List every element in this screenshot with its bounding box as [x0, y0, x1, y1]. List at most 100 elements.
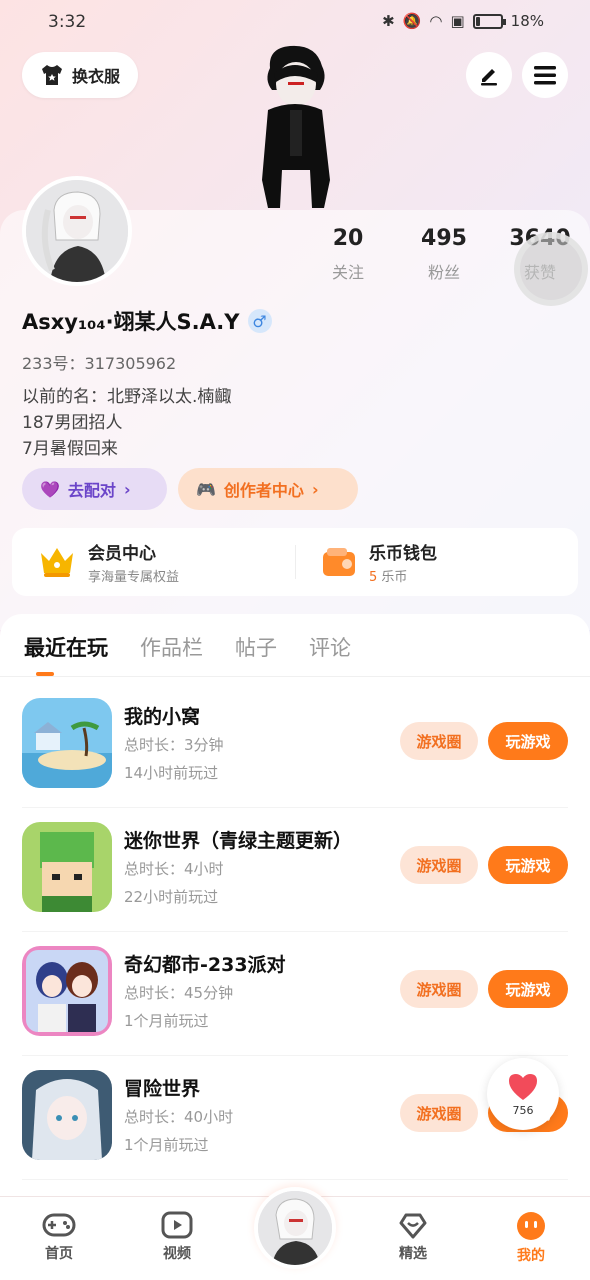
username: Asxy₁₀₄·翊某人S.A.Y	[22, 310, 240, 334]
game-last-played: 14小时前玩过	[124, 764, 219, 782]
tab-works[interactable]: 作品栏	[140, 632, 203, 662]
member-center[interactable]: 会员中心 享海量专属权益	[12, 539, 295, 585]
shirt-icon	[41, 65, 62, 85]
game-title: 冒险世界	[124, 1078, 201, 1100]
center-avatar-portrait	[258, 1191, 332, 1265]
chevron-right-icon: ›	[311, 479, 319, 499]
coin-count: 5	[369, 570, 378, 585]
game-icon-mini-world	[22, 822, 112, 912]
game-title: 迷你世界（青绿主题更新）	[124, 830, 353, 852]
tab-divider	[0, 676, 590, 677]
battery-icon	[472, 13, 506, 29]
game-last-played: 1个月前玩过	[124, 1136, 209, 1154]
heart-icon: 💜	[40, 479, 60, 499]
stat-fans-label: 粉丝	[427, 263, 460, 282]
game-total-time: 总时长：3分钟	[124, 736, 224, 754]
game-circle-button[interactable]: 游戏圈	[400, 722, 478, 760]
coin-wallet[interactable]: 乐币钱包 5 乐币	[295, 539, 578, 585]
heart-outline-icon	[399, 1213, 427, 1239]
play-game-button[interactable]: 玩游戏	[488, 846, 568, 884]
menu-button[interactable]	[522, 52, 568, 98]
creator-center-button[interactable]: 🎮 创作者中心 ›	[178, 468, 358, 510]
bio-line-3: 7月暑假回来	[22, 439, 118, 459]
crown-icon	[41, 548, 73, 577]
battery-percent: 18%	[510, 12, 544, 30]
stat-fans-value: 495	[421, 226, 467, 251]
game-icon-fantasy-city	[22, 946, 112, 1036]
stat-fans[interactable]: 495 粉丝	[396, 226, 492, 283]
stat-following-value: 20	[332, 226, 364, 251]
game-total-time: 总时长：4小时	[124, 860, 224, 878]
pencil-icon	[481, 69, 497, 86]
bottom-nav: 首页 视频 精选 我的	[0, 1187, 590, 1280]
member-center-subtitle: 享海量专属权益	[88, 570, 180, 585]
game-row[interactable]: 我的小窝 总时长：3分钟 14小时前玩过 游戏圈 玩游戏	[22, 684, 568, 808]
smile-icon	[517, 1212, 545, 1240]
username-row: Asxy₁₀₄·翊某人S.A.Y ♂	[22, 306, 272, 336]
character-avatar[interactable]	[250, 40, 340, 210]
nav-home[interactable]: 首页	[0, 1197, 118, 1280]
bio-line-2: 187男团招人	[22, 413, 123, 433]
status-icons: ✱ 🔕 ◠ ▣ 18%	[382, 12, 544, 30]
profile-tabs: 最近在玩 作品栏 帖子 评论	[24, 632, 351, 662]
nav-mine-label: 我的	[517, 1248, 545, 1264]
tab-posts[interactable]: 帖子	[235, 632, 277, 662]
edit-button[interactable]	[466, 52, 512, 98]
game-circle-button[interactable]: 游戏圈	[400, 970, 478, 1008]
game-row[interactable]: 奇幻都市-233派对 总时长：45分钟 1个月前玩过 游戏圈 玩游戏	[22, 932, 568, 1056]
game-circle-button[interactable]: 游戏圈	[400, 846, 478, 884]
nav-video-label: 视频	[163, 1246, 191, 1262]
wardrobe-button[interactable]: 换衣服	[22, 52, 138, 98]
content-panel: 最近在玩 作品栏 帖子 评论 我的小窝 总时长：3分钟 14小时前玩过 游戏圈 …	[0, 614, 590, 1234]
coin-unit: 乐币	[381, 570, 408, 585]
game-title: 奇幻都市-233派对	[124, 954, 286, 976]
match-label: 去配对	[67, 481, 116, 500]
floating-assistive-button[interactable]	[514, 232, 588, 306]
gamepad-icon	[42, 1213, 76, 1237]
male-gender-icon: ♂	[247, 309, 272, 333]
tab-recently-played[interactable]: 最近在玩	[24, 632, 108, 662]
creator-center-label: 创作者中心	[223, 481, 304, 500]
nav-featured-label: 精选	[399, 1246, 427, 1262]
nav-center-avatar[interactable]	[254, 1187, 336, 1269]
nav-featured[interactable]: 精选	[354, 1197, 472, 1280]
wallet-icon	[323, 548, 355, 576]
game-last-played: 1个月前玩过	[124, 1012, 209, 1030]
wifi-icon: ◠	[429, 12, 443, 30]
alert-icon: ▣	[450, 12, 465, 30]
menu-icon	[534, 66, 556, 85]
game-last-played: 22小时前玩过	[124, 888, 219, 906]
profile-avatar[interactable]	[22, 176, 132, 286]
game-row[interactable]: 迷你世界（青绿主题更新） 总时长：4小时 22小时前玩过 游戏圈 玩游戏	[22, 808, 568, 932]
bluetooth-icon: ✱	[382, 12, 395, 30]
stat-following-label: 关注	[331, 263, 364, 282]
game-title: 我的小窝	[124, 706, 201, 728]
status-time: 3:32	[48, 12, 87, 32]
status-bar: 3:32 ✱ 🔕 ◠ ▣ 18%	[0, 0, 590, 44]
tab-comments[interactable]: 评论	[309, 632, 351, 662]
coin-wallet-subtitle: 5 乐币	[369, 566, 437, 585]
mute-icon: 🔕	[402, 12, 422, 30]
nav-home-label: 首页	[45, 1246, 73, 1262]
bio: 以前的名：北野泽以太.楠齱 187男团招人 7月暑假回来	[22, 384, 231, 462]
play-game-button[interactable]: 玩游戏	[488, 970, 568, 1008]
game-total-time: 总时长：40小时	[124, 1108, 234, 1126]
game-total-time: 总时长：45分钟	[124, 984, 234, 1002]
member-center-title: 会员中心	[88, 544, 156, 564]
gamepad-icon: 🎮	[196, 479, 216, 499]
match-button[interactable]: 💜 去配对 ›	[22, 468, 167, 510]
like-count: 756	[512, 1103, 534, 1117]
game-icon-adventure-world	[22, 1070, 112, 1160]
bio-line-1: 以前的名：北野泽以太.楠齱	[22, 387, 232, 407]
avatar-portrait	[26, 180, 128, 282]
game-row[interactable]: 冒险世界 总时长：40小时 1个月前玩过 游戏圈 玩游戏	[22, 1056, 568, 1180]
stat-following[interactable]: 20 关注	[300, 226, 396, 283]
nav-mine[interactable]: 我的	[472, 1197, 590, 1280]
like-fab[interactable]: 756	[487, 1058, 559, 1130]
nav-video[interactable]: 视频	[118, 1197, 236, 1280]
play-game-button[interactable]: 玩游戏	[488, 722, 568, 760]
wardrobe-label: 换衣服	[71, 67, 120, 86]
game-icon-my-home	[22, 698, 112, 788]
user-id: 233号：317305962	[22, 354, 177, 373]
game-circle-button[interactable]: 游戏圈	[400, 1094, 478, 1132]
